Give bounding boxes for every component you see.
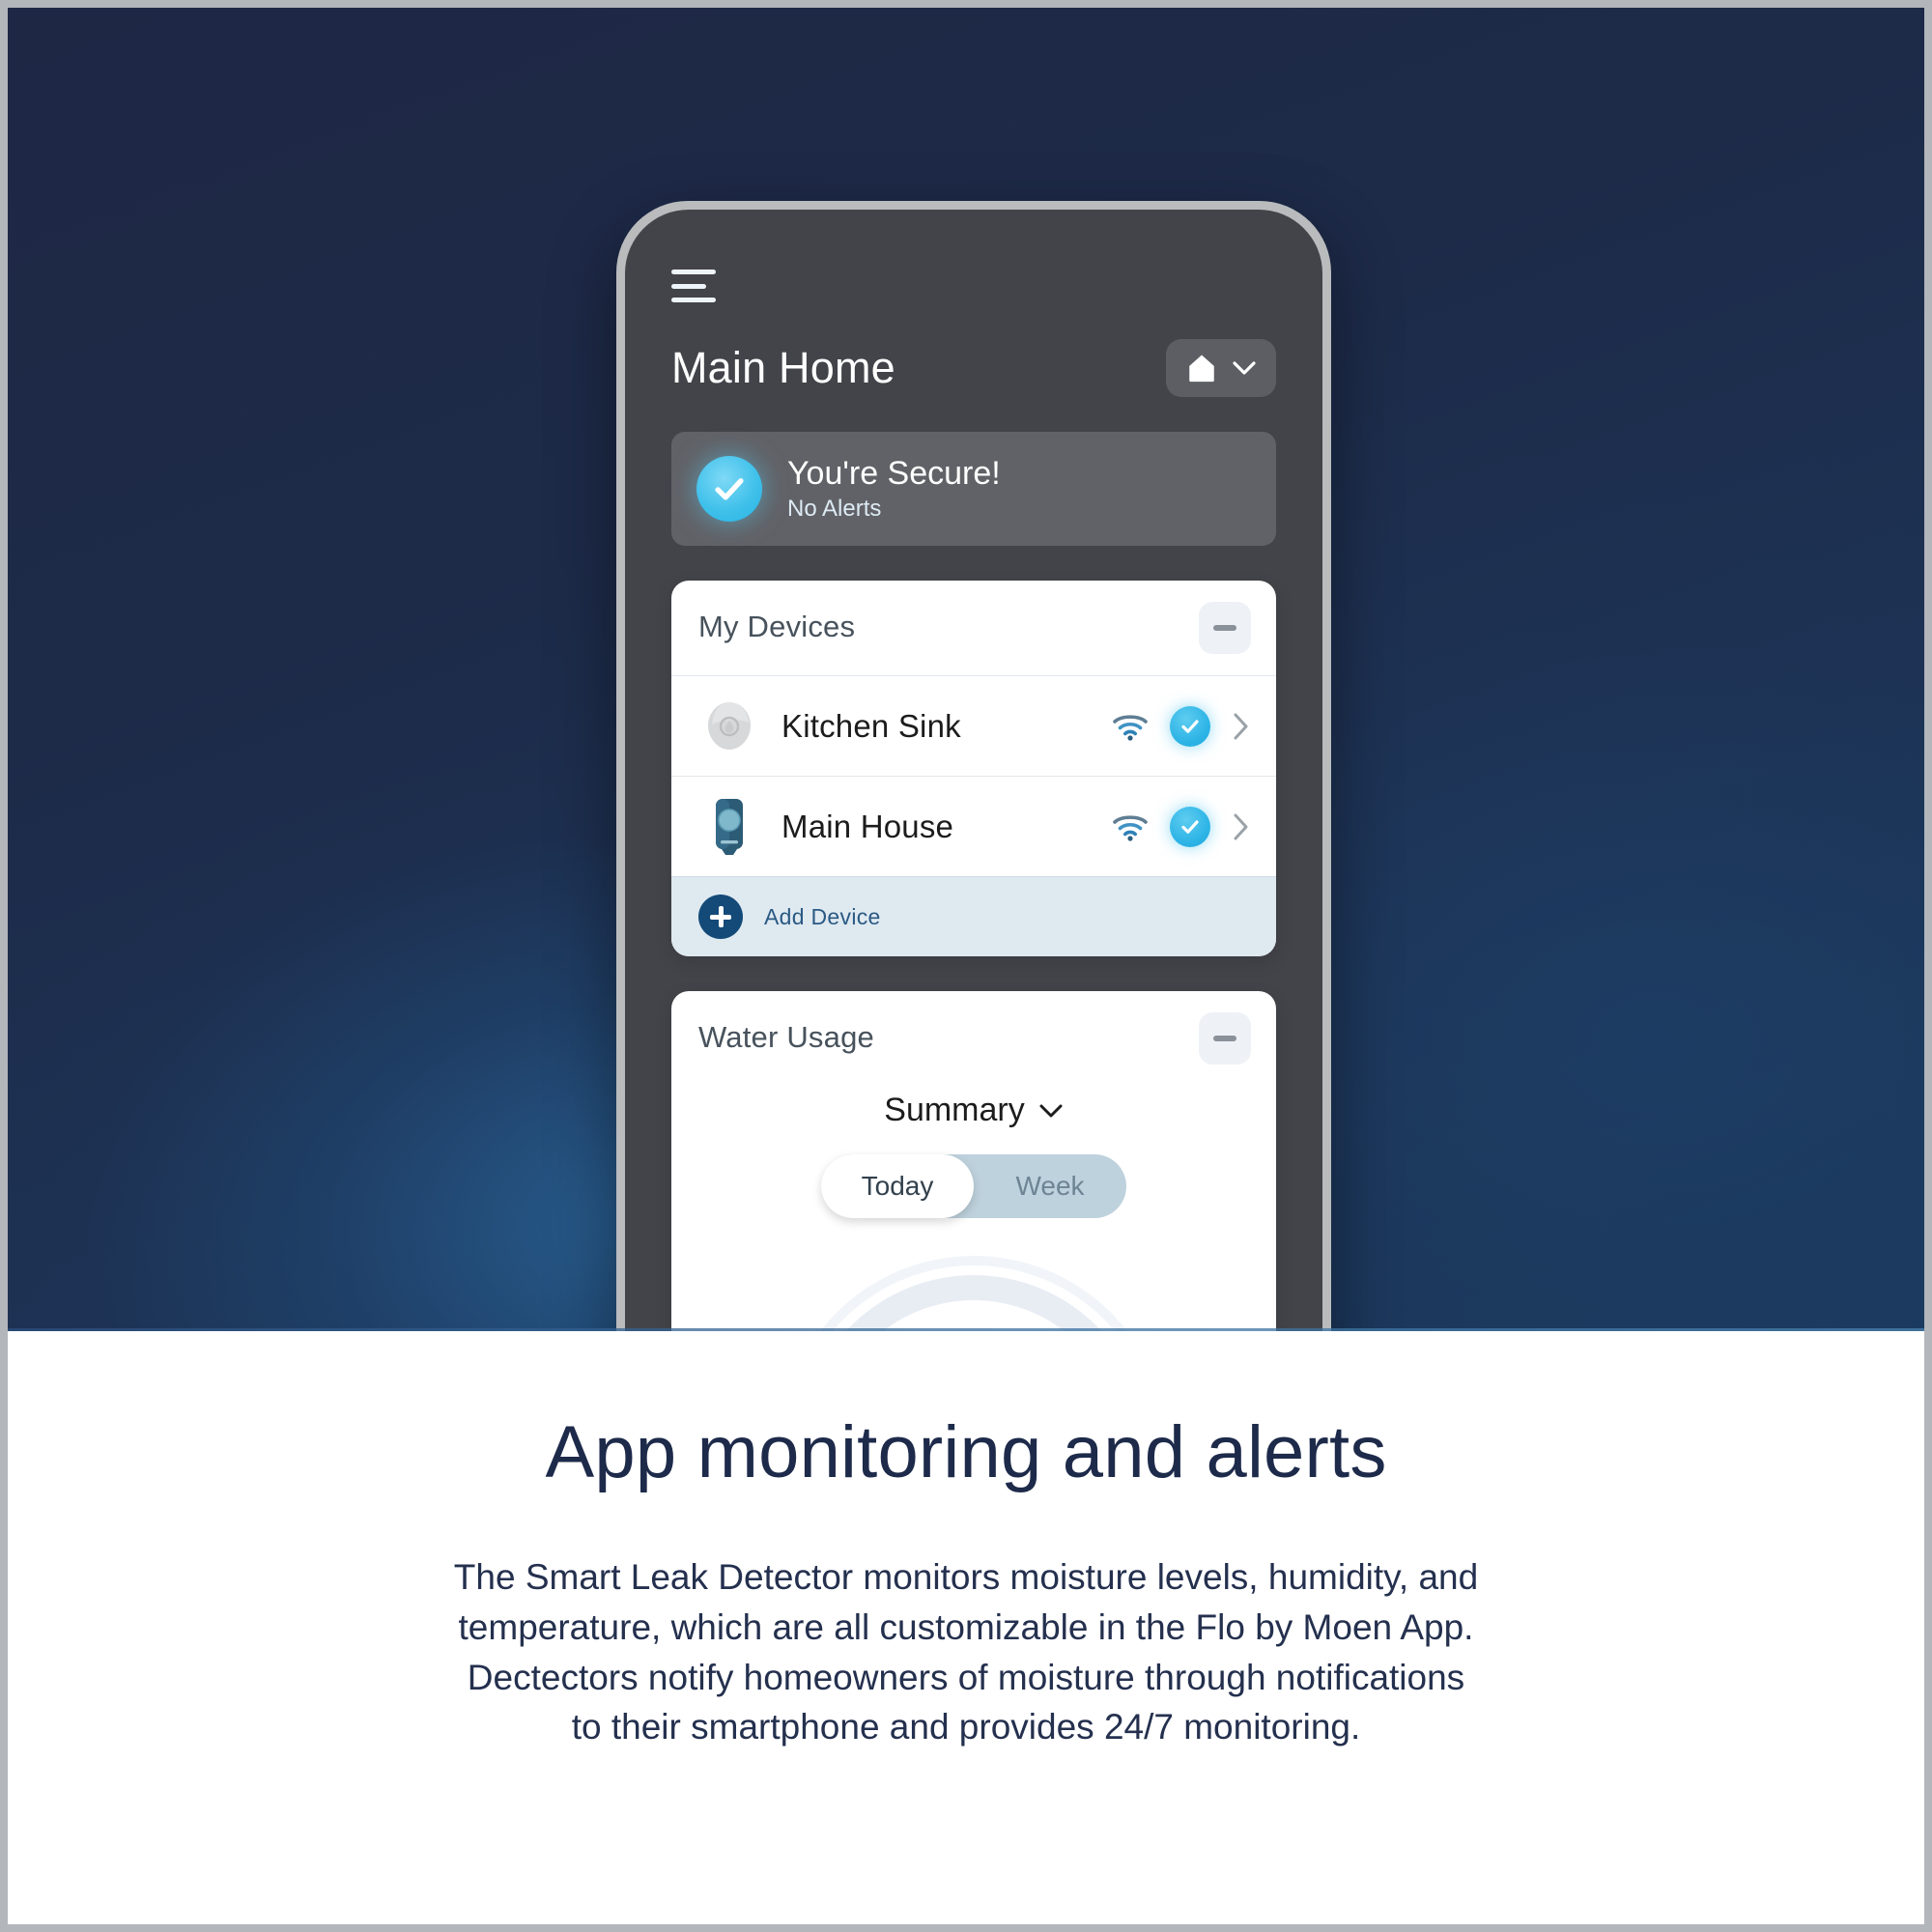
chevron-right-icon[interactable] — [1232, 811, 1251, 842]
body-copy: The Smart Leak Detector monitors moistur… — [8, 1552, 1924, 1752]
wifi-icon — [1112, 712, 1149, 741]
range-toggle[interactable]: Today Week — [821, 1154, 1126, 1219]
status-banner[interactable]: You're Secure! No Alerts — [671, 432, 1276, 547]
add-device-button[interactable]: Add Device — [671, 876, 1276, 957]
phone-screen: Main Home You're Secure! No Alerts My De… — [639, 223, 1309, 1331]
card-title: My Devices — [698, 610, 856, 644]
chevron-right-icon[interactable] — [1232, 711, 1251, 742]
wifi-icon — [1112, 812, 1149, 841]
home-title-row: Main Home — [671, 339, 1276, 397]
water-usage-header: Water Usage — [671, 991, 1276, 1086]
device-row[interactable]: Kitchen Sink — [671, 675, 1276, 776]
hamburger-menu-icon[interactable] — [671, 270, 716, 302]
water-usage-body: Summary Today Week — [671, 1086, 1276, 1331]
range-option-week[interactable]: Week — [974, 1154, 1126, 1218]
my-devices-card: My Devices Kitchen Sink Main House Add D… — [671, 581, 1276, 957]
summary-label: Summary — [884, 1092, 1025, 1129]
hamburger-line — [671, 283, 706, 289]
body-line: temperature, which are all customizable … — [458, 1606, 1474, 1647]
chevron-down-icon — [1232, 360, 1257, 376]
device-name: Kitchen Sink — [781, 707, 961, 744]
device-row-icons — [1112, 705, 1251, 747]
my-devices-header: My Devices — [671, 581, 1276, 675]
check-circle-icon — [696, 456, 762, 523]
phone-bezel: Main Home You're Secure! No Alerts My De… — [625, 210, 1322, 1331]
summary-dropdown[interactable]: Summary — [696, 1092, 1251, 1129]
status-banner-subtitle: No Alerts — [787, 496, 882, 523]
body-line: The Smart Leak Detector monitors moistur… — [453, 1557, 1479, 1597]
card-title: Water Usage — [698, 1020, 874, 1055]
headline: App monitoring and alerts — [545, 1411, 1387, 1493]
home-selector-button[interactable] — [1166, 339, 1276, 397]
check-circle-icon — [1170, 705, 1210, 747]
status-banner-text: You're Secure! No Alerts — [787, 455, 1001, 523]
body-line: to their smartphone and provides 24/7 mo… — [571, 1707, 1361, 1747]
add-device-label: Add Device — [764, 903, 881, 929]
shutoff-valve-icon — [698, 797, 760, 857]
range-option-today[interactable]: Today — [821, 1154, 974, 1218]
collapse-water-usage-button[interactable] — [1199, 1012, 1251, 1065]
promo-page: Main Home You're Secure! No Alerts My De… — [0, 0, 1932, 1932]
hamburger-line — [671, 270, 716, 274]
copy-panel: App monitoring and alerts The Smart Leak… — [8, 1331, 1924, 1924]
hamburger-line — [671, 298, 716, 302]
house-icon — [1185, 352, 1218, 384]
minus-icon — [1213, 625, 1236, 632]
plus-circle-icon — [698, 895, 743, 940]
device-name: Main House — [781, 808, 954, 844]
device-row-icons — [1112, 806, 1251, 847]
app-header: Main Home — [639, 223, 1309, 397]
collapse-devices-button[interactable] — [1199, 602, 1251, 655]
chevron-down-icon — [1038, 1103, 1064, 1119]
status-banner-title: You're Secure! — [787, 455, 1001, 492]
phone-mockup: Main Home You're Secure! No Alerts My De… — [616, 201, 1331, 1331]
device-row[interactable]: Main House — [671, 776, 1276, 876]
hero-panel: Main Home You're Secure! No Alerts My De… — [8, 8, 1924, 1331]
check-circle-icon — [1170, 806, 1210, 847]
leak-detector-puck-icon — [698, 699, 760, 753]
page-title: Main Home — [671, 343, 895, 392]
body-line: Dectectors notify homeowners of moisture… — [467, 1657, 1465, 1697]
minus-icon — [1213, 1036, 1236, 1042]
water-usage-card: Water Usage Summary Today Week — [671, 991, 1276, 1331]
